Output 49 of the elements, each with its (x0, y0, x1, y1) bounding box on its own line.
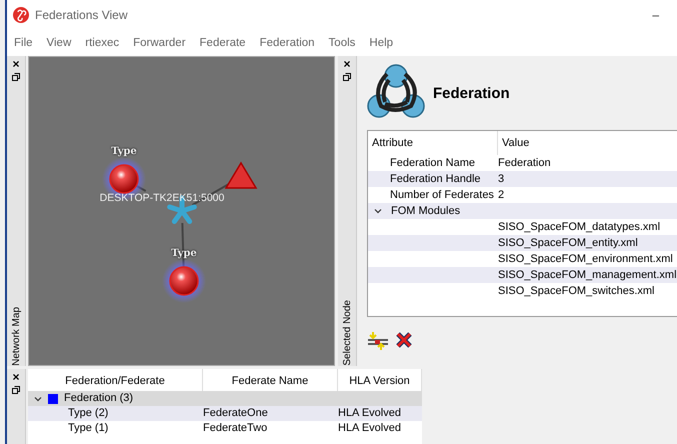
attribute-value: SISO_SpaceFOM_switches.xml (498, 284, 656, 299)
attribute-value: SISO_SpaceFOM_environment.xml (498, 252, 674, 267)
federate-sphere-icon[interactable] (162, 259, 206, 303)
table-cell: HLA Evolved (338, 406, 422, 421)
close-button[interactable]: × (343, 58, 350, 70)
menu-item[interactable]: Federate (192, 37, 253, 49)
app-logo-icon (13, 7, 29, 23)
table-cell: FederateOne (203, 406, 338, 421)
attribute-value: Federation (498, 156, 552, 171)
menu-item[interactable]: View (40, 37, 78, 49)
node-label: Type (111, 146, 137, 157)
menu-item[interactable]: rtiexec (78, 37, 126, 49)
restore-icon[interactable] (12, 386, 20, 394)
attribute-name: FOM Modules (391, 204, 460, 219)
federation-name: Federation (3) (64, 391, 134, 406)
table-cell-text: HLA Evolved (338, 421, 402, 436)
dock-label[interactable]: Network Map (10, 303, 22, 366)
table-cell-text: FederateTwo (203, 421, 268, 436)
attribute-value: SISO_SpaceFOM_management.xml (498, 268, 677, 283)
attribute-value: SISO_SpaceFOM_entity.xml (498, 236, 639, 251)
column-header[interactable]: Value (498, 131, 677, 155)
menu-item[interactable]: File (7, 37, 40, 49)
tree-row[interactable]: Federation (3) (28, 391, 422, 406)
table-cell-text: Type (1) (67, 421, 110, 436)
restore-icon[interactable] (343, 73, 351, 81)
restore-icon[interactable] (12, 73, 20, 81)
attribute-value: 3 (498, 172, 506, 187)
menu-item[interactable]: Federation (252, 37, 322, 49)
delete-icon[interactable] (395, 331, 413, 349)
node-label: Type (171, 248, 197, 259)
menu-item[interactable]: Forwarder (126, 37, 193, 49)
split-rows-icon[interactable] (367, 331, 389, 351)
close-button[interactable]: × (12, 58, 20, 70)
collapse-chevron-icon[interactable] (34, 394, 42, 402)
attribute-value: 2 (498, 188, 506, 203)
menu-item[interactable]: Help (362, 37, 400, 49)
attribute-name: Federation Handle (389, 172, 482, 187)
menu-item[interactable]: Tools (322, 37, 362, 49)
attribute-name: Federation Name (389, 156, 476, 171)
attribute-value: SISO_SpaceFOM_datatypes.xml (498, 220, 662, 235)
attribute-name: Number of Federates (389, 188, 495, 203)
column-header[interactable]: Attribute (368, 131, 498, 155)
panel-title: Federation (433, 84, 510, 102)
table-cell: Type (2) (28, 406, 203, 421)
close-button[interactable]: × (12, 371, 20, 383)
window-title: Federations View (35, 8, 128, 22)
minimize-button[interactable]: – (642, 8, 669, 22)
collapse-chevron-icon[interactable] (374, 207, 382, 215)
dock-label[interactable]: Selected Node (342, 296, 352, 366)
